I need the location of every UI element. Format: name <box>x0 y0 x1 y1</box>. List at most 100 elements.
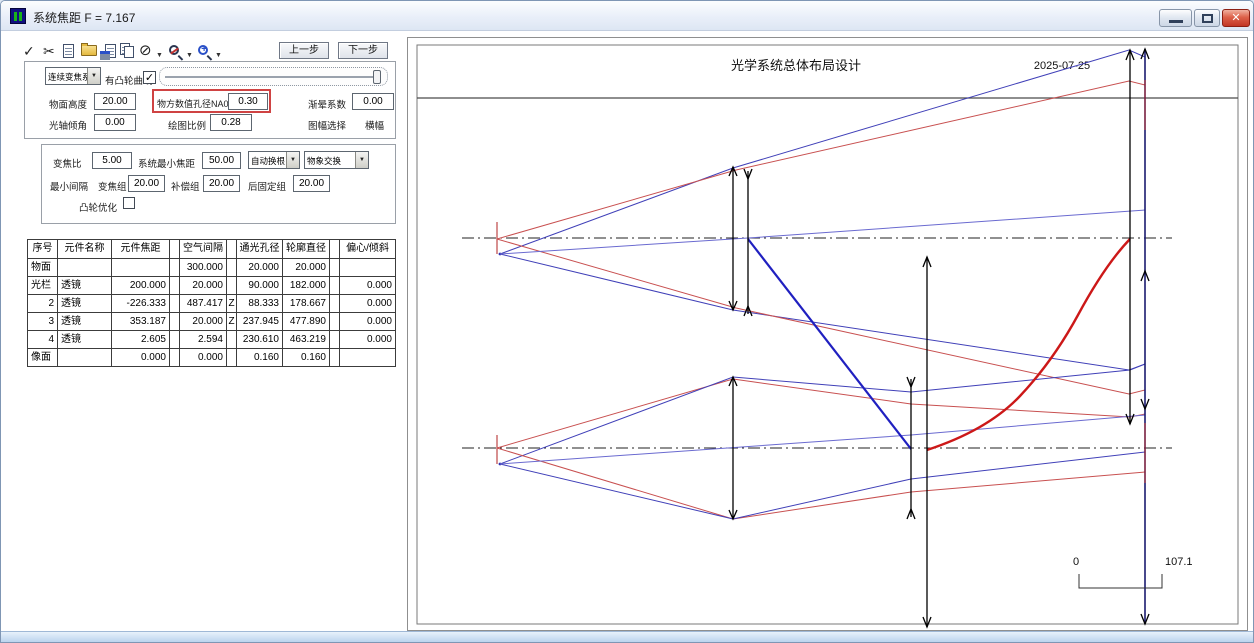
min-focal-label: 系统最小焦距 <box>138 156 195 170</box>
table-cell[interactable] <box>330 295 340 313</box>
table-cell[interactable]: 477.890 <box>283 313 330 331</box>
zoom-in-icon[interactable]: + <box>198 45 208 55</box>
slider-thumb[interactable] <box>373 70 381 84</box>
table-cell[interactable]: -226.333 <box>112 295 170 313</box>
confirm-icon[interactable]: ✓ <box>23 43 35 59</box>
table-cell[interactable] <box>112 259 170 277</box>
table-cell[interactable]: 300.000 <box>180 259 227 277</box>
zoom-ratio-input[interactable]: 5.00 <box>92 152 132 169</box>
table-cell[interactable] <box>170 277 180 295</box>
annotate-tool-icon[interactable]: ⊘ <box>139 43 152 59</box>
zoom-group-input[interactable]: 20.00 <box>128 175 165 192</box>
exchange-mode-select[interactable]: 物象交换 ▼ <box>304 151 369 169</box>
title-bar[interactable]: 系统焦距 F = 7.167 ✕ <box>1 1 1253 31</box>
table-cell[interactable]: 178.667 <box>283 295 330 313</box>
table-cell[interactable]: 200.000 <box>112 277 170 295</box>
table-cell[interactable] <box>330 259 340 277</box>
table-cell[interactable] <box>330 277 340 295</box>
min-focal-input[interactable]: 50.00 <box>202 152 241 169</box>
vignetting-input[interactable]: 0.00 <box>352 93 394 110</box>
document-icon[interactable] <box>63 44 74 58</box>
copy-icon[interactable] <box>120 43 136 59</box>
table-cell[interactable] <box>330 349 340 367</box>
table-cell[interactable]: 光栏 <box>28 277 58 295</box>
chevron-down-icon[interactable]: ▼ <box>355 152 368 168</box>
maximize-button[interactable] <box>1194 9 1220 27</box>
chevron-down-icon[interactable]: ▼ <box>87 68 100 84</box>
open-folder-icon[interactable] <box>81 45 97 56</box>
table-cell[interactable]: 透镜 <box>58 331 112 349</box>
table-cell[interactable] <box>170 259 180 277</box>
rear-group-input[interactable]: 20.00 <box>293 175 330 192</box>
table-cell[interactable] <box>58 349 112 367</box>
table-cell[interactable]: 463.219 <box>283 331 330 349</box>
table-cell[interactable]: 0.000 <box>112 349 170 367</box>
table-cell[interactable]: 3 <box>28 313 58 331</box>
table-cell[interactable]: 182.000 <box>283 277 330 295</box>
table-cell[interactable] <box>227 277 237 295</box>
table-cell[interactable]: 487.417 <box>180 295 227 313</box>
cut-icon[interactable]: ✂ <box>43 43 55 59</box>
frame-select-value[interactable]: 横幅 <box>365 118 384 132</box>
table-cell[interactable] <box>170 313 180 331</box>
table-cell[interactable] <box>340 349 396 367</box>
table-cell[interactable] <box>330 313 340 331</box>
axis-tilt-input[interactable]: 0.00 <box>94 114 136 131</box>
table-cell[interactable]: 90.000 <box>237 277 283 295</box>
app-icon <box>10 8 26 24</box>
root-mode-select[interactable]: 自动换根 ▼ <box>248 151 300 169</box>
system-type-select[interactable]: 连续变焦系统 ▼ <box>45 67 101 85</box>
table-cell[interactable]: 0.000 <box>340 277 396 295</box>
table-cell[interactable]: 0.000 <box>340 295 396 313</box>
table-cell[interactable] <box>227 331 237 349</box>
table-cell[interactable] <box>170 349 180 367</box>
table-cell[interactable]: 0.000 <box>340 331 396 349</box>
chevron-down-icon[interactable]: ▼ <box>286 152 299 168</box>
table-cell[interactable]: 4 <box>28 331 58 349</box>
close-button[interactable]: ✕ <box>1222 9 1250 27</box>
draw-scale-label: 绘图比例 <box>168 118 206 132</box>
table-cell[interactable]: Z <box>227 295 237 313</box>
table-cell[interactable]: 353.187 <box>112 313 170 331</box>
table-cell[interactable]: 2.605 <box>112 331 170 349</box>
table-cell[interactable]: 0.160 <box>283 349 330 367</box>
table-cell[interactable]: 230.610 <box>237 331 283 349</box>
table-cell[interactable] <box>58 259 112 277</box>
table-cell[interactable]: 像面 <box>28 349 58 367</box>
cam-opt-label: 凸轮优化 <box>79 200 117 214</box>
table-cell[interactable]: 透镜 <box>58 313 112 331</box>
comp-group-input[interactable]: 20.00 <box>203 175 240 192</box>
object-height-input[interactable]: 20.00 <box>94 93 136 110</box>
draw-scale-input[interactable]: 0.28 <box>210 114 252 131</box>
table-cell[interactable]: 物面 <box>28 259 58 277</box>
table-cell[interactable]: 20.000 <box>180 313 227 331</box>
cam-opt-checkbox[interactable] <box>123 197 135 209</box>
table-cell[interactable] <box>170 331 180 349</box>
table-cell[interactable]: 0.000 <box>340 313 396 331</box>
table-cell[interactable]: 20.000 <box>180 277 227 295</box>
cam-curve-slider[interactable] <box>159 67 388 86</box>
table-cell[interactable]: 88.333 <box>237 295 283 313</box>
table-cell[interactable]: 透镜 <box>58 295 112 313</box>
paste-icon[interactable] <box>105 44 116 58</box>
table-cell[interactable]: 0.000 <box>180 349 227 367</box>
table-cell[interactable]: 0.160 <box>237 349 283 367</box>
table-cell[interactable]: 2.594 <box>180 331 227 349</box>
table-cell[interactable]: Z <box>227 313 237 331</box>
table-cell[interactable] <box>330 331 340 349</box>
na0-input[interactable]: 0.30 <box>228 93 268 110</box>
table-cell[interactable] <box>340 259 396 277</box>
cam-curve-checkbox[interactable]: ✓ <box>143 71 156 84</box>
table-cell[interactable]: 20.000 <box>237 259 283 277</box>
table-cell[interactable]: 透镜 <box>58 277 112 295</box>
table-cell[interactable]: 237.945 <box>237 313 283 331</box>
table-cell[interactable] <box>227 349 237 367</box>
next-step-button[interactable]: 下一步 <box>338 42 388 59</box>
table-cell[interactable] <box>170 295 180 313</box>
table-cell[interactable]: 2 <box>28 295 58 313</box>
previous-step-button[interactable]: 上一步 <box>279 42 329 59</box>
zoom-out-icon[interactable] <box>169 45 179 55</box>
minimize-button[interactable] <box>1159 9 1192 27</box>
table-cell[interactable] <box>227 259 237 277</box>
table-cell[interactable]: 20.000 <box>283 259 330 277</box>
